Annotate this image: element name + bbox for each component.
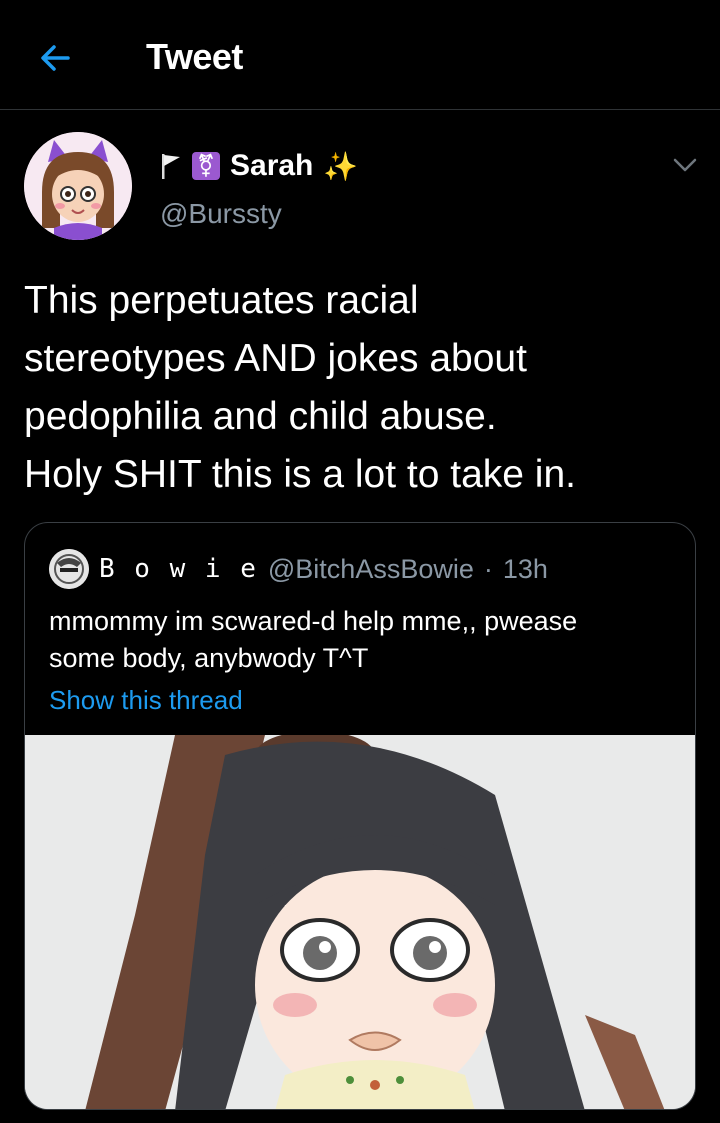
quoted-tweet[interactable]: B o w i e @BitchAssBowie · 13h mmommy im… — [24, 522, 696, 1110]
separator-dot: · — [483, 553, 493, 584]
author-handle[interactable]: @Burssty — [160, 198, 282, 230]
quoted-tweet-header: B o w i e @BitchAssBowie · 13h — [49, 549, 548, 589]
quoted-tweet-body: mmommy im scwared-d help mme,, pwease so… — [49, 606, 578, 673]
flag-icon — [162, 154, 180, 179]
page-title: Tweet — [146, 36, 243, 77]
quoted-media-image[interactable] — [25, 731, 695, 1109]
author-display-name: Sarah — [230, 149, 314, 182]
sparkles-icon: ✨ — [323, 149, 359, 183]
anime-girl-image-icon — [25, 731, 695, 1109]
quoted-author-avatar — [49, 549, 89, 589]
author-avatar[interactable] — [24, 132, 132, 240]
quoted-avatar-icon — [49, 549, 89, 589]
transgender-symbol-icon: ⚧ — [192, 152, 220, 180]
quoted-author-handle: @BitchAssBowie — [267, 553, 474, 584]
top-bar: Tweet — [0, 0, 720, 110]
chevron-down-icon[interactable] — [668, 148, 702, 182]
quoted-timestamp: 13h — [502, 553, 548, 584]
back-arrow-icon[interactable] — [36, 38, 76, 78]
quoted-author-name: B o w i e — [99, 554, 258, 584]
show-thread-link[interactable]: Show this thread — [49, 685, 243, 716]
author-name-row[interactable]: ⚧ Sarah ✨ — [160, 146, 358, 186]
cartoon-avatar-icon — [24, 132, 132, 240]
tweet-body: This perpetuates racial stereotypes AND … — [24, 279, 576, 496]
